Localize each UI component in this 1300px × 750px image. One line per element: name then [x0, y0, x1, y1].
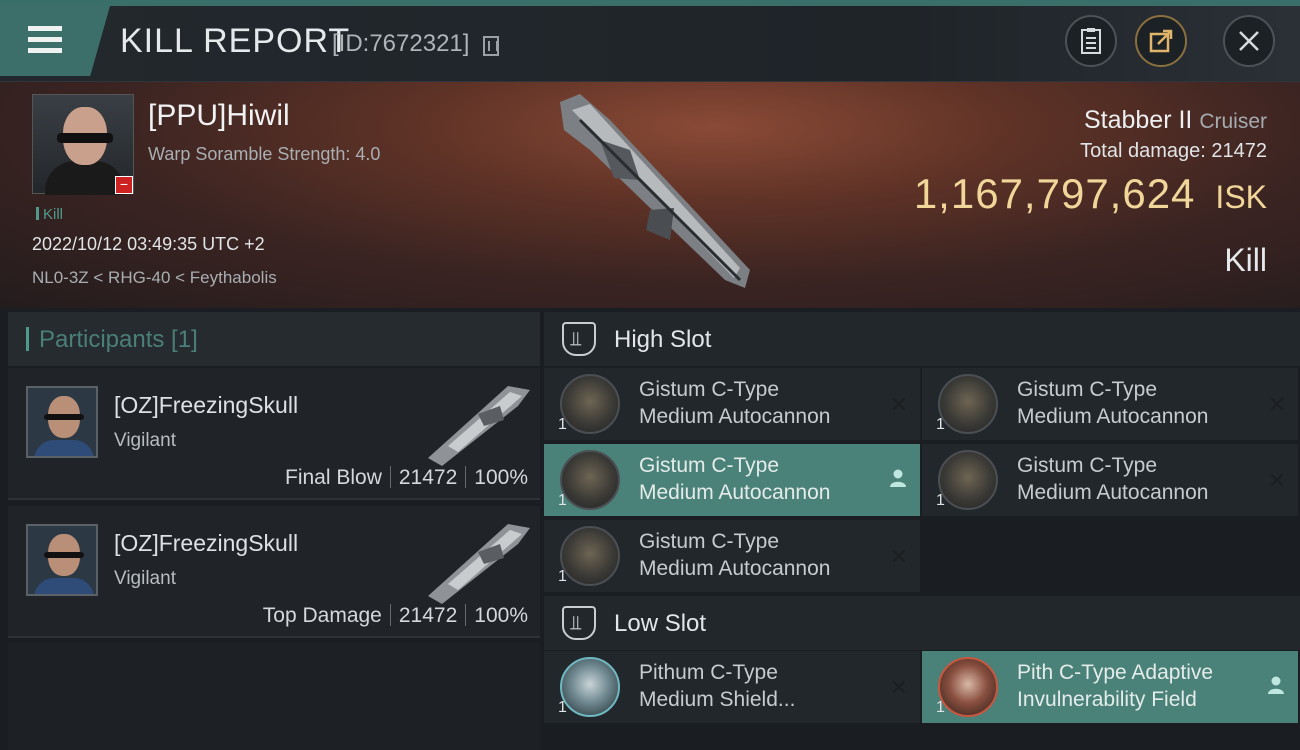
victim-ship-image [560, 94, 750, 288]
total-damage-value: 21472 [1211, 140, 1267, 162]
module-item[interactable]: 1 Pith C-Type Adaptive Invulnerability F… [922, 651, 1298, 725]
dropped-person-icon [1266, 675, 1286, 701]
share-icon [1149, 29, 1173, 53]
report-id: [ID:7672321] [332, 30, 470, 57]
module-name-line2: Medium Autocannon [1017, 481, 1209, 504]
module-name-line2: Medium Autocannon [639, 557, 831, 580]
result-tag: Kill [36, 206, 63, 223]
outcome-label: Kill [1224, 242, 1267, 278]
clipboard-icon [1081, 28, 1101, 54]
clipboard-button[interactable] [1065, 15, 1117, 67]
total-damage-label: Total damage: [1080, 140, 1206, 162]
participant-avatar[interactable] [26, 386, 98, 458]
high-slot-header[interactable]: High Slot [544, 312, 1300, 366]
module-name-line2: Invulnerability Field [1017, 688, 1197, 711]
module-name-line1: Gistum C-Type [1017, 454, 1158, 477]
participants-empty-area [8, 642, 540, 750]
module-name-line1: Pith C-Type Adaptive [1017, 661, 1214, 684]
module-item[interactable]: 1 Gistum C-Type Medium Autocannon ✕ [544, 368, 920, 442]
autocannon-icon [938, 450, 998, 510]
top-bar: KILL REPORT [ID:7672321] [0, 0, 1300, 82]
module-quantity: 1 [558, 416, 567, 433]
isk-value: 1,167,797,624 [913, 170, 1196, 217]
module-quantity: 1 [936, 492, 945, 509]
warp-scramble-strength: Warp Soramble Strength: 4.0 [148, 144, 381, 164]
destroyed-icon: ✕ [889, 392, 908, 417]
participant-damage: 21472 [398, 466, 458, 489]
participant-row[interactable]: [OZ]FreezingSkull Vigilant Top Damage 214… [8, 506, 540, 638]
autocannon-icon [938, 374, 998, 434]
destroyed-icon: ✕ [889, 675, 908, 700]
participant-ship-image [428, 386, 530, 466]
participant-ship-image [428, 524, 530, 604]
participant-ship: Vigilant [114, 568, 176, 589]
hostile-badge-icon: − [115, 176, 133, 194]
module-item[interactable]: 1 Gistum C-Type Medium Autocannon ✕ [544, 520, 920, 594]
participant-name: [OZ]FreezingSkull [114, 392, 299, 418]
participant-stats: Top Damage 21472 100% [263, 604, 528, 628]
participants-title: Participants [1] [26, 326, 198, 354]
shield-extender-icon [560, 657, 620, 717]
copy-icon[interactable] [483, 36, 499, 56]
close-icon [1239, 31, 1259, 51]
kill-timestamp: 2022/10/12 03:49:35 UTC +2 [32, 234, 265, 254]
module-name-line1: Pithum C-Type [639, 661, 778, 684]
hamburger-icon [28, 26, 62, 59]
module-quantity: 1 [936, 699, 945, 716]
module-name-line2: Medium Autocannon [639, 481, 831, 504]
low-slot-header[interactable]: Low Slot [544, 596, 1300, 650]
participant-ship: Vigilant [114, 430, 176, 451]
kill-summary-banner: − [PPU]Hiwil Warp Soramble Strength: 4.0… [0, 82, 1300, 308]
close-button[interactable] [1223, 15, 1275, 67]
module-name-line1: Gistum C-Type [1017, 378, 1158, 401]
participant-damage: 21472 [398, 604, 458, 627]
module-name-line1: Gistum C-Type [639, 378, 780, 401]
invulnerability-field-icon [938, 657, 998, 717]
participant-avatar[interactable] [26, 524, 98, 596]
destroyed-icon: ✕ [889, 544, 908, 569]
participant-role: Final Blow [285, 466, 382, 489]
kill-location: NL0-3Z < RHG-40 < Feythabolis [32, 268, 277, 287]
total-damage: Total damage: 21472 [1080, 140, 1267, 163]
destroyed-icon: ✕ [1267, 468, 1286, 493]
participant-percent: 100% [474, 466, 528, 489]
destroyed-icon: ✕ [1267, 392, 1286, 417]
participant-name: [OZ]FreezingSkull [114, 530, 299, 556]
participant-row[interactable]: [OZ]FreezingSkull Vigilant Final Blow 214… [8, 368, 540, 500]
module-quantity: 1 [558, 492, 567, 509]
victim-name[interactable]: [PPU]Hiwil [148, 99, 290, 133]
participants-header[interactable]: Participants [1] [8, 312, 540, 366]
participant-role: Top Damage [262, 604, 382, 627]
page-title: KILL REPORT [120, 22, 351, 60]
participant-stats: Final Blow 21472 100% [285, 466, 528, 490]
autocannon-icon [560, 450, 620, 510]
module-name-line2: Medium Shield... [639, 688, 796, 711]
share-button[interactable] [1135, 15, 1187, 67]
module-item[interactable]: 1 Gistum C-Type Medium Autocannon ✕ [922, 444, 1298, 518]
module-quantity: 1 [558, 568, 567, 585]
module-name-line1: Gistum C-Type [639, 454, 780, 477]
high-slot-icon [562, 322, 596, 356]
module-name-line2: Medium Autocannon [1017, 405, 1209, 428]
high-slot-label: High Slot [614, 326, 712, 353]
module-name-line2: Medium Autocannon [639, 405, 831, 428]
module-item[interactable]: 1 Pithum C-Type Medium Shield... ✕ [544, 651, 920, 725]
module-item[interactable]: 1 Gistum C-Type Medium Autocannon [544, 444, 920, 518]
menu-button[interactable] [0, 6, 110, 76]
module-name-line1: Gistum C-Type [639, 530, 780, 553]
low-slot-label: Low Slot [614, 610, 707, 637]
dropped-person-icon [888, 468, 908, 494]
participant-percent: 100% [474, 604, 528, 627]
isk-value-row: 1,167,797,624 ISK [914, 170, 1267, 218]
module-quantity: 1 [558, 699, 567, 716]
autocannon-icon [560, 526, 620, 586]
victim-ship[interactable]: Stabber II Cruiser [1084, 106, 1267, 135]
module-quantity: 1 [936, 416, 945, 433]
low-slot-icon [562, 606, 596, 640]
ship-class: Cruiser [1199, 110, 1267, 133]
ship-name: Stabber II [1083, 106, 1193, 134]
autocannon-icon [560, 374, 620, 434]
isk-label: ISK [1215, 179, 1267, 215]
module-item[interactable]: 1 Gistum C-Type Medium Autocannon ✕ [922, 368, 1298, 442]
